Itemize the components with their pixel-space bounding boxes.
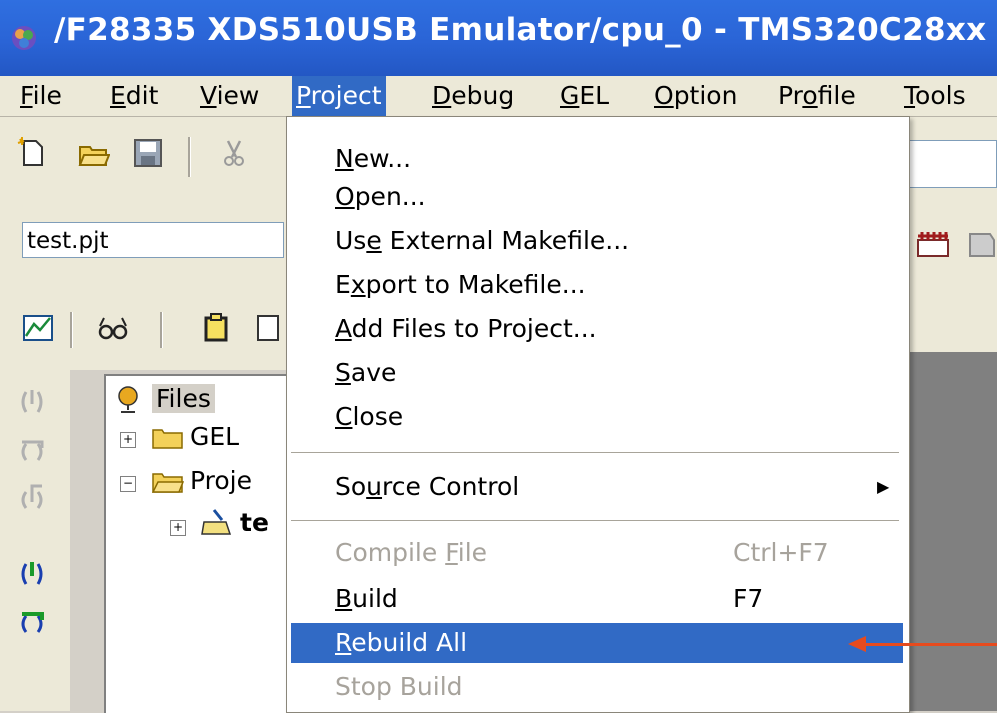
- menu-separator: [291, 452, 899, 453]
- memory-icon[interactable]: [200, 312, 232, 344]
- project-selector[interactable]: test.pjt: [22, 222, 284, 258]
- folder-icon: [152, 429, 183, 449]
- submenu-arrow-icon: ▶: [877, 477, 890, 496]
- menu-item-rebuild-all[interactable]: Rebuild All: [291, 623, 903, 663]
- menu-item-new[interactable]: New...: [287, 139, 903, 179]
- menu-profile[interactable]: Profile: [774, 76, 860, 116]
- assembly-step-into-icon[interactable]: [16, 558, 48, 590]
- shortcut-build: F7: [733, 584, 764, 613]
- step-toolbar: [0, 370, 70, 711]
- collapse-projects-icon[interactable]: −: [120, 476, 136, 492]
- menu-item-build[interactable]: Build F7: [287, 579, 903, 619]
- new-file-icon[interactable]: [16, 137, 48, 169]
- menu-file[interactable]: File: [16, 76, 66, 116]
- open-folder-icon[interactable]: [78, 137, 110, 169]
- menu-item-stop-build[interactable]: Stop Build: [287, 667, 903, 707]
- tree-item-projects[interactable]: Proje: [190, 466, 252, 495]
- project-file-icon: [201, 509, 232, 535]
- tree-item-gel[interactable]: GEL: [190, 422, 239, 451]
- step-over-icon[interactable]: [16, 434, 48, 466]
- globe-icon: [118, 386, 138, 413]
- title-bar[interactable]: /F28335 XDS510USB Emulator/cpu_0 - TMS32…: [0, 0, 997, 76]
- menu-tools[interactable]: Tools: [900, 76, 970, 116]
- menu-item-close[interactable]: Close: [287, 397, 903, 437]
- menu-view[interactable]: View: [196, 76, 263, 116]
- graph-icon[interactable]: [22, 312, 54, 344]
- annotation-arrow-head-icon: [848, 636, 866, 652]
- project-menu-dropdown: New... Open... Use External Makefile... …: [286, 116, 910, 713]
- project-tree-panel: Files + GEL − Proje + te: [104, 374, 290, 713]
- register-icon[interactable]: [252, 312, 284, 344]
- toolbar-input-box[interactable]: [908, 140, 997, 188]
- menu-item-use-external-makefile[interactable]: Use External Makefile...: [287, 221, 903, 261]
- cut-icon[interactable]: [218, 137, 250, 169]
- menu-option[interactable]: Option: [650, 76, 741, 116]
- expand-gel-icon[interactable]: +: [120, 432, 136, 448]
- tree-root-files[interactable]: Files: [152, 384, 215, 413]
- app-icon: [12, 26, 36, 50]
- menu-debug[interactable]: Debug: [428, 76, 518, 116]
- annotation-arrow-line: [862, 643, 997, 646]
- menu-item-compile-file[interactable]: Compile File Ctrl+F7: [287, 533, 903, 573]
- build-icon[interactable]: [916, 228, 952, 260]
- menu-bar: File Edit View Project Debug GEL Option …: [0, 76, 997, 117]
- menu-item-export-to-makefile[interactable]: Export to Makefile...: [287, 265, 903, 305]
- menu-item-source-control[interactable]: Source Control ▶: [287, 467, 903, 507]
- window-title: /F28335 XDS510USB Emulator/cpu_0 - TMS32…: [54, 12, 987, 48]
- menu-project[interactable]: Project: [292, 76, 386, 116]
- toolbar-separator: [160, 312, 163, 348]
- menu-item-save[interactable]: Save: [287, 353, 903, 393]
- menu-separator: [291, 520, 899, 521]
- toolbar-separator: [70, 312, 73, 348]
- watch-glasses-icon[interactable]: [96, 312, 128, 344]
- open-folder-icon: [152, 473, 184, 493]
- step-into-icon[interactable]: [16, 386, 48, 418]
- assembly-step-over-icon[interactable]: [16, 606, 48, 638]
- menu-edit[interactable]: Edit: [106, 76, 162, 116]
- step-out-icon[interactable]: [16, 482, 48, 514]
- workspace-area: [908, 352, 997, 711]
- menu-gel[interactable]: GEL: [556, 76, 613, 116]
- expand-project-icon[interactable]: +: [170, 520, 186, 536]
- tree-item-project[interactable]: te: [240, 508, 269, 537]
- toolbar-separator: [188, 137, 191, 177]
- save-icon[interactable]: [132, 137, 164, 169]
- rebuild-icon[interactable]: [966, 228, 997, 260]
- shortcut-compile: Ctrl+F7: [733, 538, 829, 567]
- menu-item-add-files[interactable]: Add Files to Project...: [287, 309, 903, 349]
- menu-item-open[interactable]: Open...: [287, 177, 903, 217]
